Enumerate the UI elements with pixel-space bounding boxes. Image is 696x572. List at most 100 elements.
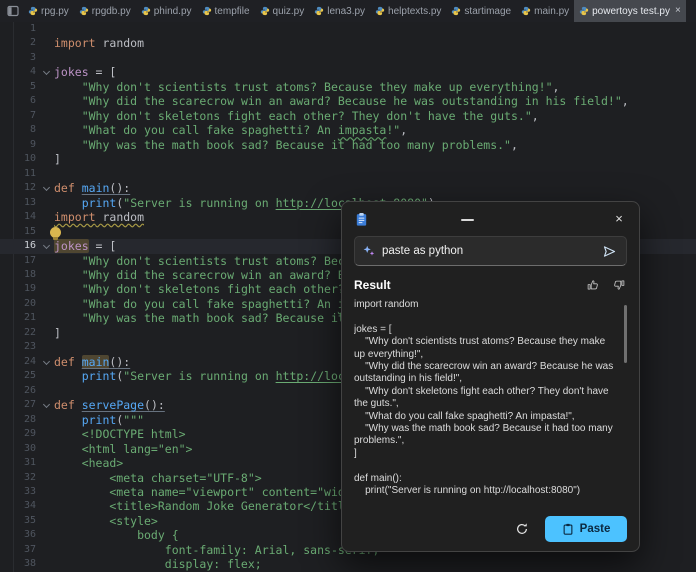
editor-tab[interactable]: rpg.py <box>23 0 74 22</box>
code-text[interactable]: body { <box>54 528 179 542</box>
fold-icon[interactable] <box>41 65 54 79</box>
code-text[interactable]: "Why don't scientists trust atoms? Becau… <box>54 80 559 94</box>
tool-window-icon[interactable] <box>5 3 21 19</box>
line-number[interactable]: 16 <box>15 239 41 253</box>
editor-tab[interactable]: startimage <box>446 0 516 22</box>
line-number[interactable]: 25 <box>15 369 41 383</box>
line-number[interactable]: 18 <box>15 268 41 282</box>
code-text[interactable]: <style> <box>54 514 158 528</box>
code-line: 11 <box>0 167 696 181</box>
line-number[interactable]: 4 <box>15 65 41 79</box>
line-number[interactable]: 19 <box>15 282 41 296</box>
result-label: Result <box>354 278 391 292</box>
line-number[interactable]: 34 <box>15 499 41 513</box>
thumbs-down-button[interactable] <box>611 277 627 293</box>
line-number[interactable]: 20 <box>15 297 41 311</box>
line-number[interactable]: 22 <box>15 326 41 340</box>
line-number[interactable]: 27 <box>15 398 41 412</box>
fold-icon[interactable] <box>41 355 54 369</box>
line-number[interactable]: 35 <box>15 514 41 528</box>
line-number[interactable]: 30 <box>15 442 41 456</box>
line-number[interactable]: 15 <box>15 225 41 239</box>
line-number[interactable]: 7 <box>15 109 41 123</box>
line-number[interactable]: 1 <box>15 22 41 36</box>
close-button[interactable]: × <box>607 208 631 230</box>
line-number[interactable]: 36 <box>15 528 41 542</box>
code-text[interactable]: <title>Random Joke Generator</title> <box>54 499 359 513</box>
code-text[interactable]: def main(): <box>54 181 130 195</box>
result-output[interactable]: import random jokes = [ "Why don't scien… <box>354 299 627 510</box>
code-text[interactable]: <html lang="en"> <box>54 442 192 456</box>
code-text[interactable]: def main(): <box>54 355 130 369</box>
editor-tab[interactable]: powertoys test.py× <box>574 0 686 22</box>
line-number[interactable]: 13 <box>15 196 41 210</box>
line-number[interactable]: 6 <box>15 94 41 108</box>
line-number[interactable]: 17 <box>15 254 41 268</box>
fold-icon[interactable] <box>41 398 54 412</box>
send-button[interactable] <box>601 243 618 260</box>
line-number[interactable]: 23 <box>15 340 41 354</box>
line-number[interactable]: 26 <box>15 384 41 398</box>
line-number[interactable]: 12 <box>15 181 41 195</box>
prompt-input[interactable]: paste as python <box>354 236 627 266</box>
intention-bulb-icon[interactable] <box>50 227 61 238</box>
line-number[interactable]: 3 <box>15 51 41 65</box>
editor-tab[interactable]: tempfile <box>197 0 255 22</box>
minimize-button[interactable] <box>461 219 474 221</box>
regenerate-button[interactable] <box>513 520 531 538</box>
editor-tab[interactable]: quiz.py <box>255 0 310 22</box>
line-number[interactable]: 28 <box>15 413 41 427</box>
editor-tab[interactable]: helptexts.py <box>370 0 446 22</box>
code-text[interactable]: import random <box>54 210 144 224</box>
line-number[interactable]: 31 <box>15 456 41 470</box>
code-text[interactable]: <meta charset="UTF-8"> <box>54 471 262 485</box>
prompt-text[interactable]: paste as python <box>382 245 594 257</box>
paste-button-label: Paste <box>580 523 611 535</box>
line-number[interactable]: 5 <box>15 80 41 94</box>
code-text[interactable]: jokes = [ <box>54 65 116 79</box>
code-text[interactable]: "Why did the scarecrow win an award? Bec… <box>54 94 629 108</box>
line-number[interactable]: 11 <box>15 167 41 181</box>
code-text[interactable]: ] <box>54 326 61 340</box>
code-text[interactable]: "What do you call fake spaghetti? An imp… <box>54 123 407 137</box>
editor-tab[interactable]: main.py <box>516 0 574 22</box>
code-text[interactable]: <head> <box>54 456 123 470</box>
code-text[interactable]: ] <box>54 152 61 166</box>
fold-gutter <box>41 138 54 152</box>
refresh-icon <box>515 522 529 536</box>
code-text[interactable]: "Why don't skeletons fight each other? T… <box>54 109 539 123</box>
code-text[interactable]: <!DOCTYPE html> <box>54 427 186 441</box>
thumbs-up-button[interactable] <box>585 277 601 293</box>
line-number[interactable]: 8 <box>15 123 41 137</box>
line-number[interactable]: 24 <box>15 355 41 369</box>
fold-icon[interactable] <box>41 181 54 195</box>
line-number[interactable]: 21 <box>15 311 41 325</box>
code-text[interactable]: import random <box>54 36 144 50</box>
overlay-titlebar[interactable]: × <box>342 202 639 236</box>
editor-tab[interactable]: phind.py <box>136 0 197 22</box>
code-text[interactable]: "Why was the math book sad? Because it h… <box>54 138 518 152</box>
paste-button[interactable]: Paste <box>545 516 627 542</box>
line-number[interactable]: 38 <box>15 557 41 571</box>
line-number[interactable]: 2 <box>15 36 41 50</box>
line-number[interactable]: 10 <box>15 152 41 166</box>
editor-tab[interactable]: lena3.py <box>309 0 370 22</box>
fold-gutter <box>41 210 54 224</box>
line-number[interactable]: 32 <box>15 471 41 485</box>
result-scrollbar[interactable] <box>624 305 627 363</box>
code-text[interactable]: print(""" <box>54 413 144 427</box>
line-number[interactable]: 33 <box>15 485 41 499</box>
line-number[interactable]: 37 <box>15 543 41 557</box>
editor-tab[interactable]: rpgdb.py <box>74 0 136 22</box>
fold-icon[interactable] <box>41 239 54 253</box>
line-number[interactable]: 29 <box>15 427 41 441</box>
tab-close-icon[interactable]: × <box>675 6 681 16</box>
code-text[interactable]: def servePage(): <box>54 398 165 412</box>
line-number[interactable]: 9 <box>15 138 41 152</box>
code-text[interactable]: font-family: Arial, sans-serif; <box>54 543 379 557</box>
code-text[interactable]: jokes = [ <box>54 239 116 253</box>
fold-gutter <box>41 268 54 282</box>
fold-gutter <box>41 109 54 123</box>
code-text[interactable]: display: flex; <box>54 557 262 571</box>
line-number[interactable]: 14 <box>15 210 41 224</box>
